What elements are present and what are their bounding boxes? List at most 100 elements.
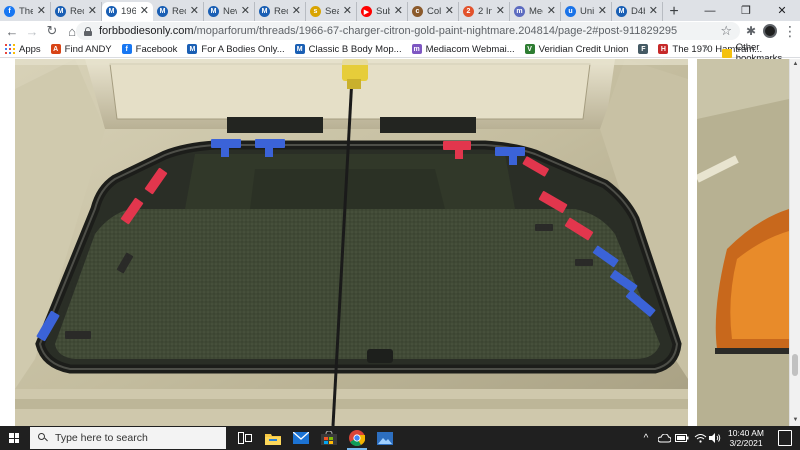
- url-path: /moparforum/threads/1966-67-charger-citr…: [193, 25, 678, 37]
- bookmark-item[interactable]: M For A Bodies Only...: [187, 43, 285, 55]
- bookmark-star-icon[interactable]: ☆: [720, 23, 732, 39]
- bookmark-item[interactable]: V Veridian Credit Union: [524, 43, 629, 55]
- tab-title: Mec: [529, 6, 543, 17]
- browser-tab[interactable]: M New ✕: [204, 2, 255, 21]
- fire-icon: 2: [463, 6, 474, 17]
- tab-close-icon[interactable]: ✕: [343, 6, 352, 17]
- page-scrollbar[interactable]: ▲ ▼: [789, 59, 800, 426]
- taskbar-search-placeholder: Type here to search: [55, 432, 148, 444]
- windows-taskbar: Type here to search ^ 10:40 AM 3/2/2021: [0, 426, 800, 450]
- bookmark-item[interactable]: f Facebook: [121, 44, 177, 55]
- scrollbar-thumb[interactable]: [792, 354, 798, 376]
- mopar-forum-icon: M: [259, 6, 270, 17]
- mail-icon[interactable]: [287, 426, 315, 450]
- browser-tab[interactable]: M Reco ✕: [153, 2, 204, 21]
- taskbar-search-box[interactable]: Type here to search: [30, 427, 226, 449]
- bookmarks-overflow-chevron-icon[interactable]: »: [703, 43, 709, 54]
- browser-tab[interactable]: s Sea ✕: [306, 2, 357, 21]
- battery-icon[interactable]: [674, 426, 690, 450]
- forward-arrow-icon[interactable]: →: [22, 21, 42, 41]
- find-andy-icon: A: [50, 44, 61, 54]
- tab-close-icon[interactable]: ✕: [649, 6, 658, 17]
- mopar-forum-icon: M: [616, 6, 627, 17]
- tab-close-icon[interactable]: ✕: [241, 6, 250, 17]
- tab-close-icon[interactable]: ✕: [88, 6, 97, 17]
- photos-icon[interactable]: [371, 426, 399, 450]
- notification-center-icon[interactable]: [778, 430, 792, 446]
- tab-close-icon[interactable]: ✕: [190, 6, 199, 17]
- bookmark-label: For A Bodies Only...: [201, 43, 285, 55]
- tab-title: Colle: [427, 6, 441, 17]
- browser-tab[interactable]: u Univ ✕: [561, 2, 612, 21]
- browser-tab[interactable]: c Colle ✕: [408, 2, 459, 21]
- mediacom-icon: m: [411, 44, 422, 54]
- bookmark-item[interactable]: Apps: [5, 44, 41, 55]
- reload-icon[interactable]: ↻: [42, 21, 62, 41]
- tab-close-icon[interactable]: ✕: [598, 6, 607, 17]
- browser-tab[interactable]: M 1966 ✕: [102, 2, 153, 21]
- browser-tab[interactable]: ▶ Sub ✕: [357, 2, 408, 21]
- minimize-button[interactable]: —: [692, 0, 728, 21]
- lock-icon[interactable]: [84, 26, 92, 36]
- onedrive-cloud-icon[interactable]: [656, 426, 672, 450]
- bookmark-item[interactable]: M Classic B Body Mop...: [294, 44, 402, 55]
- chrome-icon[interactable]: [343, 426, 371, 450]
- browser-tab[interactable]: M D4b ✕: [612, 2, 663, 21]
- bookmark-label: Find ANDY: [64, 43, 112, 55]
- tab-close-icon[interactable]: ✕: [496, 6, 505, 17]
- collection-icon: c: [412, 6, 423, 17]
- trunk-photo[interactable]: [15, 59, 688, 426]
- browser-tab[interactable]: m Mec ✕: [510, 2, 561, 21]
- extensions-puzzle-icon[interactable]: ✱: [741, 21, 761, 41]
- tab-title: Reco: [274, 6, 288, 17]
- search-site-icon: s: [310, 6, 321, 17]
- browser-tab[interactable]: f The ✕: [0, 2, 51, 21]
- bookmark-item[interactable]: A Find ANDY: [50, 43, 112, 55]
- tab-close-icon[interactable]: ✕: [37, 6, 46, 17]
- url-text[interactable]: forbbodiesonly.com/moparforum/threads/19…: [99, 25, 677, 37]
- veridian-icon: V: [524, 44, 535, 54]
- file-explorer-icon[interactable]: [259, 426, 287, 450]
- tab-close-icon[interactable]: ✕: [394, 6, 403, 17]
- new-tab-button[interactable]: +: [663, 2, 685, 21]
- tab-close-icon[interactable]: ✕: [547, 6, 556, 17]
- tab-title: 2 In: [478, 6, 492, 17]
- scroll-up-arrow-icon[interactable]: ▲: [792, 61, 799, 68]
- browser-tab[interactable]: M Reco ✕: [255, 2, 306, 21]
- address-bar[interactable]: forbbodiesonly.com/moparforum/threads/19…: [76, 22, 740, 40]
- tab-close-icon[interactable]: ✕: [292, 6, 301, 17]
- windows-logo-icon: [9, 433, 19, 443]
- hamtramck-icon: H: [658, 44, 669, 54]
- browser-tab[interactable]: 2 2 In ✕: [459, 2, 510, 21]
- tab-title: Sea: [325, 6, 339, 17]
- tab-title: 1966: [121, 6, 136, 17]
- wifi-icon[interactable]: [692, 426, 708, 450]
- start-button[interactable]: [0, 426, 28, 450]
- tray-overflow-chevron-icon[interactable]: ^: [638, 426, 654, 450]
- bookmark-label: Veridian Credit Union: [538, 43, 629, 55]
- browser-menu-icon[interactable]: ⋮: [780, 21, 800, 41]
- browser-toolbar: ← → ↻ ⌂ forbbodiesonly.com/moparforum/th…: [0, 21, 800, 41]
- bookmark-item[interactable]: F: [638, 44, 649, 54]
- scroll-down-arrow-icon[interactable]: ▼: [792, 417, 799, 424]
- tab-close-icon[interactable]: ✕: [140, 6, 149, 17]
- close-window-button[interactable]: ✕: [764, 0, 800, 21]
- search-icon: [38, 433, 48, 443]
- second-photo-thumbnail[interactable]: [697, 59, 789, 426]
- globe-icon: u: [565, 6, 576, 17]
- bookmark-item[interactable]: m Mediacom Webmai...: [411, 44, 515, 55]
- taskbar-clock[interactable]: 10:40 AM 3/2/2021: [722, 428, 770, 448]
- volume-icon[interactable]: [708, 426, 722, 450]
- profile-avatar[interactable]: [760, 21, 780, 41]
- web-page-content: ▲ ▼: [0, 59, 800, 426]
- restore-button[interactable]: ❐: [728, 0, 764, 21]
- tab-close-icon[interactable]: ✕: [445, 6, 454, 17]
- task-view-icon[interactable]: [231, 426, 259, 450]
- tab-title: D4b: [631, 6, 645, 17]
- back-arrow-icon[interactable]: ←: [2, 21, 22, 41]
- browser-tab[interactable]: M Reco ✕: [51, 2, 102, 21]
- store-icon[interactable]: [315, 426, 343, 450]
- facebook-icon: f: [4, 6, 15, 17]
- mopar-forum-icon: M: [187, 44, 198, 54]
- apps-grid-icon: [5, 44, 15, 54]
